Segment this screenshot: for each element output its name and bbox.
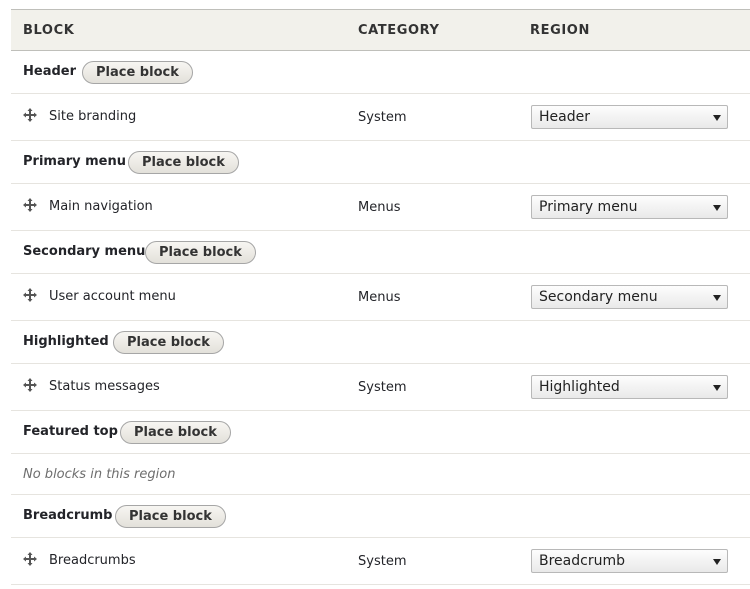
place-block-button[interactable]: Place block bbox=[128, 151, 239, 174]
move-arrows-icon[interactable] bbox=[23, 552, 37, 566]
region-select[interactable]: Header bbox=[531, 105, 728, 129]
block-category: Menus bbox=[358, 200, 401, 215]
region-title: Highlighted bbox=[23, 334, 109, 349]
table-row: Breadcrumbs System Breadcrumb bbox=[11, 538, 750, 585]
chevron-down-icon bbox=[713, 559, 721, 565]
region-row: Breadcrumb Place block bbox=[11, 495, 750, 538]
region-title: Featured top bbox=[23, 424, 118, 439]
region-select-value: Breadcrumb bbox=[539, 553, 625, 569]
move-arrows-icon[interactable] bbox=[23, 108, 37, 122]
region-select[interactable]: Secondary menu bbox=[531, 285, 728, 309]
chevron-down-icon bbox=[713, 205, 721, 211]
chevron-down-icon bbox=[713, 295, 721, 301]
table-row: Status messages System Highlighted bbox=[11, 364, 750, 411]
block-name: Site branding bbox=[49, 109, 137, 124]
empty-region-row: No blocks in this region bbox=[11, 454, 750, 495]
move-arrows-icon[interactable] bbox=[23, 288, 37, 302]
column-header-block: BLOCK bbox=[23, 23, 75, 38]
column-header-category: CATEGORY bbox=[358, 23, 440, 38]
place-block-button[interactable]: Place block bbox=[145, 241, 256, 264]
region-row: Header Place block bbox=[11, 51, 750, 94]
block-name: Breadcrumbs bbox=[49, 553, 136, 568]
region-row: Highlighted Place block bbox=[11, 321, 750, 364]
place-block-button[interactable]: Place block bbox=[113, 331, 224, 354]
move-arrows-icon[interactable] bbox=[23, 198, 37, 212]
region-select-value: Highlighted bbox=[539, 379, 620, 395]
column-header-region: REGION bbox=[530, 23, 590, 38]
region-row: Primary menu Place block bbox=[11, 141, 750, 184]
region-select-value: Secondary menu bbox=[539, 289, 658, 305]
block-name: User account menu bbox=[49, 289, 176, 304]
empty-region-message: No blocks in this region bbox=[23, 467, 176, 482]
region-title: Primary menu bbox=[23, 154, 126, 169]
chevron-down-icon bbox=[713, 385, 721, 391]
block-name: Main navigation bbox=[49, 199, 153, 214]
table-header: BLOCK CATEGORY REGION bbox=[11, 10, 750, 51]
chevron-down-icon bbox=[713, 115, 721, 121]
place-block-button[interactable]: Place block bbox=[82, 61, 193, 84]
table-row: Main navigation Menus Primary menu bbox=[11, 184, 750, 231]
region-row: Secondary menu Place block bbox=[11, 231, 750, 274]
place-block-button[interactable]: Place block bbox=[115, 505, 226, 528]
block-category: System bbox=[358, 110, 407, 125]
block-category: Menus bbox=[358, 290, 401, 305]
region-select[interactable]: Highlighted bbox=[531, 375, 728, 399]
table-row: Site branding System Header bbox=[11, 94, 750, 141]
region-select[interactable]: Breadcrumb bbox=[531, 549, 728, 573]
move-arrows-icon[interactable] bbox=[23, 378, 37, 392]
place-block-button[interactable]: Place block bbox=[120, 421, 231, 444]
block-layout-table: BLOCK CATEGORY REGION Header Place block … bbox=[11, 9, 750, 585]
block-name: Status messages bbox=[49, 379, 160, 394]
region-row: Featured top Place block bbox=[11, 411, 750, 454]
region-title: Header bbox=[23, 64, 77, 79]
region-select[interactable]: Primary menu bbox=[531, 195, 728, 219]
region-select-value: Header bbox=[539, 109, 590, 125]
region-title: Secondary menu bbox=[23, 244, 146, 259]
table-body: Header Place block Site branding System He… bbox=[11, 51, 750, 585]
block-category: System bbox=[358, 380, 407, 395]
table-row: User account menu Menus Secondary menu bbox=[11, 274, 750, 321]
block-category: System bbox=[358, 554, 407, 569]
region-select-value: Primary menu bbox=[539, 199, 638, 215]
region-title: Breadcrumb bbox=[23, 508, 113, 523]
